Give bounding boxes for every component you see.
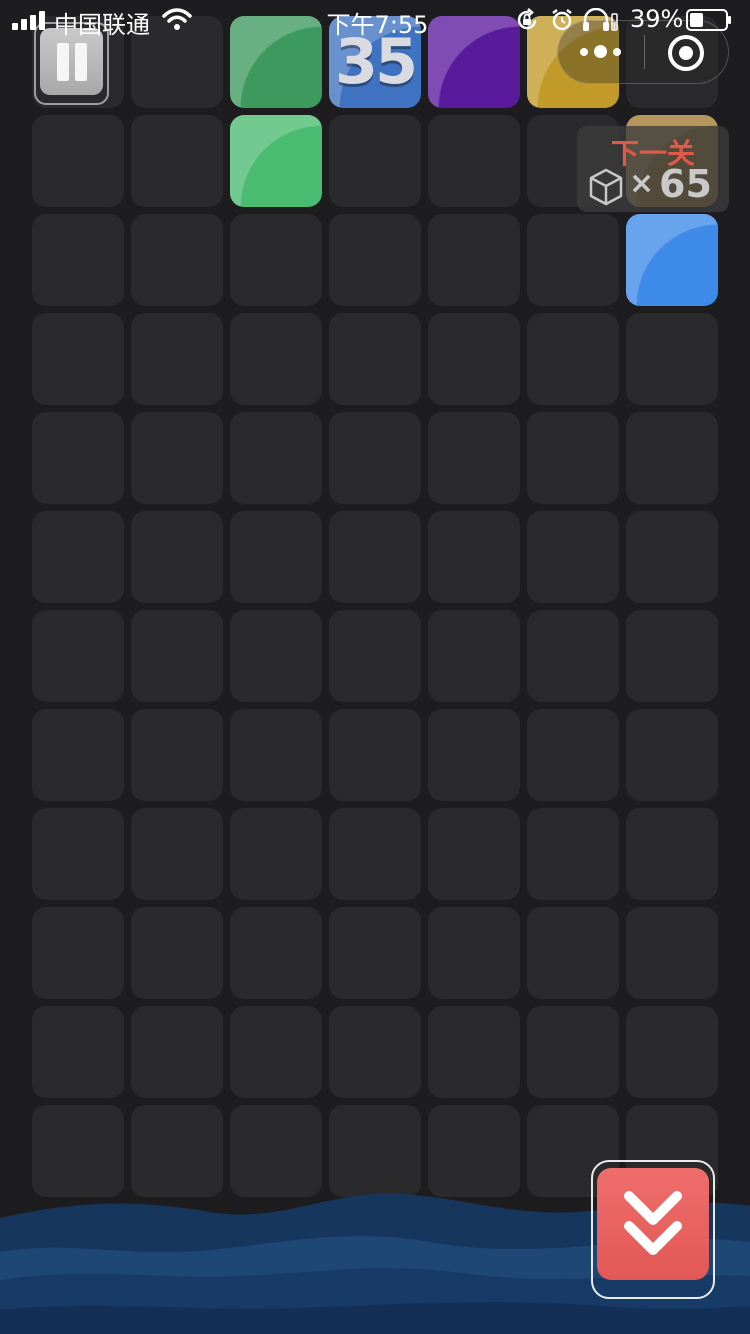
board-cell: [329, 808, 421, 900]
alarm-icon: [552, 9, 572, 31]
board-cell: [131, 808, 223, 900]
times-sign: ×: [629, 166, 655, 201]
board-cell: [32, 709, 124, 801]
double-chevron-down-icon: [624, 1191, 682, 1255]
board-cell: [626, 511, 718, 603]
board-cell: [626, 313, 718, 405]
board-cell: [428, 907, 520, 999]
board-cell: [428, 511, 520, 603]
board-cell: [329, 907, 421, 999]
board-cell: [626, 1006, 718, 1098]
board-cell: [329, 214, 421, 306]
board-cell: [131, 313, 223, 405]
board-cell: [428, 1006, 520, 1098]
status-bar: 中国联通 下午7:55 39%: [0, 0, 750, 40]
game-screen: 35 中国联通 下午7:55 39% 下一关 × 65: [0, 0, 750, 1334]
board-cell: [329, 511, 421, 603]
board-cell: [626, 709, 718, 801]
board-cell: [428, 313, 520, 405]
board-cell: [428, 115, 520, 207]
battery-icon: [686, 9, 731, 31]
block-tile: [626, 214, 718, 306]
headphones-icon: [583, 8, 618, 31]
cube-icon: [589, 168, 623, 206]
next-level-count: 65: [659, 162, 712, 206]
board-cell: [32, 610, 124, 702]
board-cell: [626, 907, 718, 999]
board-cell: [131, 709, 223, 801]
board-cell: [230, 907, 322, 999]
board-cell: [230, 313, 322, 405]
board-cell: [527, 412, 619, 504]
board-cell: [527, 610, 619, 702]
board-cell: [230, 610, 322, 702]
board-cell: [329, 115, 421, 207]
rotation-lock-icon: [517, 8, 537, 30]
board-cell: [230, 511, 322, 603]
menu-divider: [644, 35, 645, 69]
battery-percent: 39%: [630, 5, 684, 33]
board-cell: [626, 412, 718, 504]
board-cell: [32, 412, 124, 504]
board-cell: [527, 808, 619, 900]
board-cell: [626, 808, 718, 900]
board-cell: [131, 610, 223, 702]
board-cell: [329, 610, 421, 702]
board-cell: [32, 808, 124, 900]
board-cell: [626, 610, 718, 702]
board-cell: [428, 808, 520, 900]
close-target-icon[interactable]: [668, 35, 704, 71]
board-cell: [131, 214, 223, 306]
board-cell: [230, 412, 322, 504]
board-cell: [527, 214, 619, 306]
block-tile: [230, 115, 322, 207]
board-cell: [131, 907, 223, 999]
board-cell: [527, 1006, 619, 1098]
board-cell: [428, 709, 520, 801]
board-cell: [428, 610, 520, 702]
board-cell: [428, 412, 520, 504]
board-cell: [329, 313, 421, 405]
board-cell: [527, 511, 619, 603]
board-cell: [131, 1006, 223, 1098]
board-cell: [329, 709, 421, 801]
board-cell: [527, 907, 619, 999]
board-cell: [131, 511, 223, 603]
board-cell: [32, 907, 124, 999]
board-cell: [32, 115, 124, 207]
board-cell: [131, 115, 223, 207]
more-icon[interactable]: [580, 43, 626, 61]
board-cell: [527, 313, 619, 405]
next-level-panel: 下一关 × 65: [577, 126, 729, 212]
board-cell: [527, 709, 619, 801]
board-cell: [32, 214, 124, 306]
board-cell: [32, 511, 124, 603]
board-cell: [32, 313, 124, 405]
board-cell: [329, 412, 421, 504]
board-cell: [428, 214, 520, 306]
board-cell: [131, 412, 223, 504]
board-cell: [230, 1006, 322, 1098]
board-cell: [230, 214, 322, 306]
board-cell: [230, 709, 322, 801]
board-cell: [329, 1006, 421, 1098]
board-cell: [230, 808, 322, 900]
drop-button[interactable]: [591, 1160, 715, 1299]
board-cell: [32, 1006, 124, 1098]
